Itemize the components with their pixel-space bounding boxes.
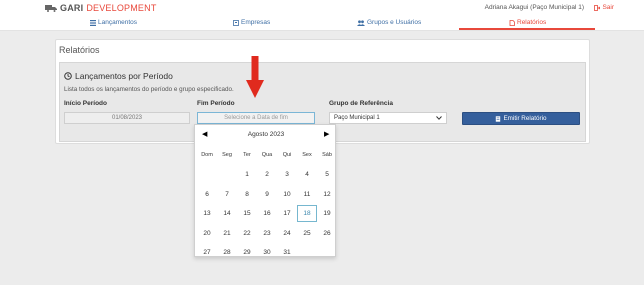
logout-link[interactable]: Sair: [594, 4, 614, 11]
calendar-day[interactable]: 7: [217, 186, 237, 203]
red-arrow-annotation: [246, 56, 264, 98]
panel-description: Lista todos os lançamentos do período e …: [64, 86, 234, 93]
nav-label: Grupos e Usuários: [367, 19, 422, 26]
nav-item-grupos[interactable]: Grupos e Usuários: [357, 19, 421, 26]
weekday-label: Qui: [282, 152, 292, 158]
calendar-week-row: 13 14 15 16 17 18 19: [197, 204, 337, 224]
logout-label: Sair: [602, 4, 614, 11]
calendar-day[interactable]: 21: [217, 225, 237, 242]
calendar-day[interactable]: 9: [257, 186, 277, 203]
calendar-day[interactable]: 15: [237, 205, 257, 222]
calendar-day[interactable]: 3: [277, 166, 297, 183]
top-bar: GARI DEVELOPMENT Adriana Akagui (Paço Mu…: [0, 0, 644, 16]
calendar-day[interactable]: 18: [297, 205, 317, 223]
weekday-label: Sáb: [322, 152, 332, 158]
nav-item-relatorios[interactable]: Relatórios: [509, 19, 546, 26]
calendar-day[interactable]: 14: [217, 205, 237, 222]
calendar-week-row: 20 21 22 23 24 25 26: [197, 224, 337, 244]
calendar-day[interactable]: 8: [237, 186, 257, 203]
calendar-day[interactable]: 12: [317, 186, 337, 203]
calendar-day[interactable]: 16: [257, 205, 277, 222]
group-select[interactable]: Paço Municipal 1: [329, 112, 447, 124]
calendar-day[interactable]: 30: [257, 244, 277, 261]
calendar-empty-cell: [217, 166, 237, 183]
calendar-day[interactable]: 22: [237, 225, 257, 242]
nav-label: Lançamentos: [98, 19, 138, 26]
calendar-day[interactable]: 10: [277, 186, 297, 203]
active-tab-indicator: [459, 28, 595, 30]
page-title: Relatórios: [59, 45, 100, 55]
document-icon: [496, 115, 501, 122]
nav-item-empresas[interactable]: Empresas: [233, 19, 270, 26]
panel-title-text: Lançamentos por Período: [75, 71, 173, 81]
weekday-label: Seg: [222, 152, 232, 158]
datepicker-month-title[interactable]: Agosto 2023: [195, 131, 337, 138]
datepicker-popup: ◀ Agosto 2023 ▶ Dom Seg Ter Qua Qui Sex …: [194, 124, 336, 257]
list-icon: [90, 19, 96, 26]
nav-label: Relatórios: [517, 19, 547, 26]
calendar-day[interactable]: 4: [297, 166, 317, 183]
logout-icon: [594, 4, 601, 11]
calendar-day[interactable]: 6: [197, 186, 217, 203]
end-date-label: Fim Período: [197, 100, 235, 107]
group-label: Grupo de Referência: [329, 100, 393, 107]
calendar-day[interactable]: 5: [317, 166, 337, 183]
building-icon: [233, 19, 239, 26]
user-name: Adriana Akagui (Paço Municipal 1): [484, 4, 584, 11]
weekday-label: Ter: [243, 152, 251, 158]
calendar-day[interactable]: 28: [217, 244, 237, 261]
datepicker-days-grid: 1 2 3 4 5 6 7 8 9 10 11 12 13 14 15 16 17 18 19 20 21 22 23 24 2…: [197, 165, 337, 263]
datepicker-header: ◀ Agosto 2023 ▶: [195, 129, 337, 141]
calendar-day[interactable]: 11: [297, 186, 317, 203]
calendar-empty-cell: [197, 166, 217, 183]
calendar-day[interactable]: 20: [197, 225, 217, 242]
calendar-empty-cell: [317, 244, 337, 261]
calendar-day[interactable]: 27: [197, 244, 217, 261]
calendar-week-row: 6 7 8 9 10 11 12: [197, 185, 337, 205]
truck-icon: [45, 5, 57, 12]
next-month-button[interactable]: ▶: [324, 130, 329, 138]
calendar-day[interactable]: 24: [277, 225, 297, 242]
weekday-label: Qua: [261, 152, 273, 158]
file-icon: [509, 19, 515, 26]
chevron-down-icon: [436, 116, 442, 120]
weekday-header: Dom Seg Ter Qua Qui Sex Sáb: [197, 152, 337, 158]
calendar-day[interactable]: 29: [237, 244, 257, 261]
calendar-day[interactable]: 17: [277, 205, 297, 222]
end-date-input[interactable]: Selecione a Data de fim: [197, 112, 315, 124]
brand-name: GARI: [60, 3, 84, 13]
calendar-day[interactable]: 26: [317, 225, 337, 242]
calendar-day[interactable]: 2: [257, 166, 277, 183]
calendar-day[interactable]: 19: [317, 205, 337, 222]
start-date-label: Início Período: [64, 100, 107, 107]
clock-icon: [64, 72, 72, 80]
calendar-week-row: 27 28 29 30 31: [197, 243, 337, 263]
calendar-week-row: 12345: [197, 165, 337, 185]
emit-report-label: Emitir Relatório: [503, 115, 547, 122]
calendar-day[interactable]: 25: [297, 225, 317, 242]
emit-report-button[interactable]: Emitir Relatório: [462, 112, 580, 125]
users-icon: [357, 19, 365, 26]
calendar-day[interactable]: 31: [277, 244, 297, 261]
weekday-label: Sex: [302, 152, 312, 158]
calendar-empty-cell: [297, 244, 317, 261]
calendar-day[interactable]: 1: [237, 166, 257, 183]
start-date-field[interactable]: 01/08/2023: [64, 112, 190, 124]
nav-item-lancamentos[interactable]: Lançamentos: [90, 19, 137, 26]
panel-title: Lançamentos por Período: [64, 71, 173, 81]
calendar-day[interactable]: 23: [257, 225, 277, 242]
calendar-day[interactable]: 13: [197, 205, 217, 222]
brand-suffix: DEVELOPMENT: [86, 3, 157, 13]
group-select-value: Paço Municipal 1: [334, 115, 380, 121]
brand-logo[interactable]: GARI DEVELOPMENT: [45, 3, 157, 13]
nav-label: Empresas: [241, 19, 271, 26]
weekday-label: Dom: [201, 152, 213, 158]
